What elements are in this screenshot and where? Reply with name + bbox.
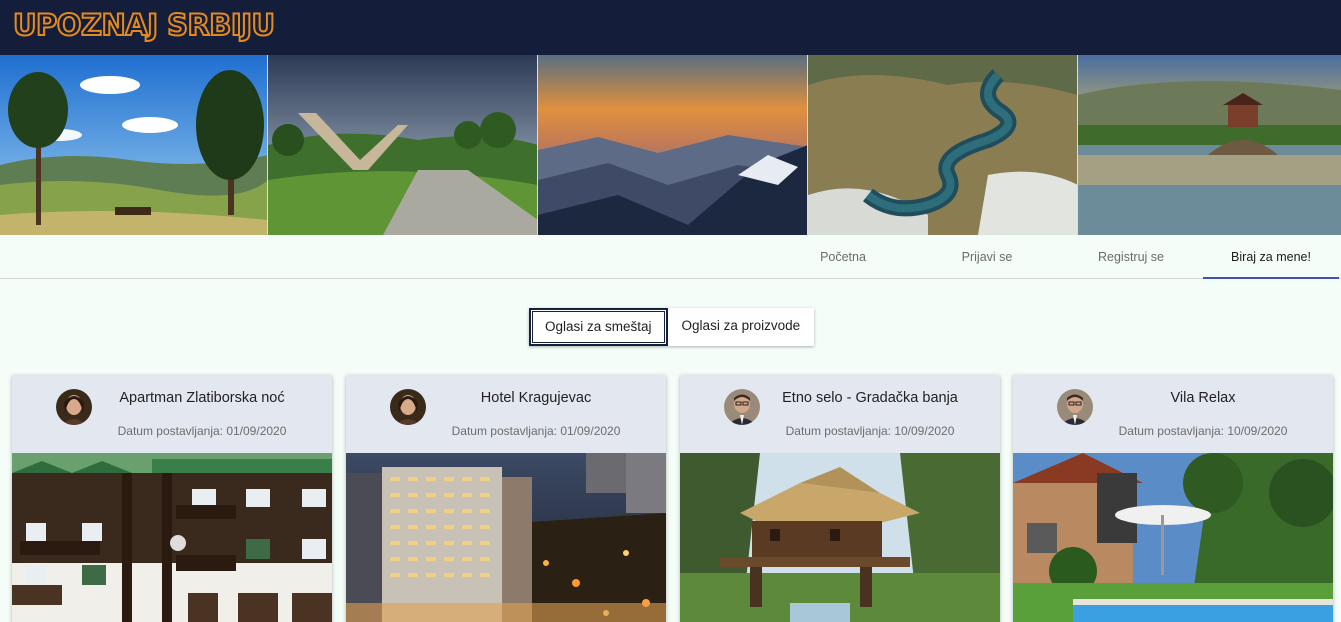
site-logo[interactable]: UPOZNAJ SRBIJU: [12, 6, 276, 44]
listing-date: Datum postavljanja: 01/09/2020: [451, 424, 621, 438]
nav-tab-pocetna[interactable]: Početna: [775, 235, 911, 279]
banner-image-river-house: [1078, 55, 1341, 235]
hero-banner: [0, 55, 1341, 235]
nav-tab-registruj-se[interactable]: Registruj se: [1063, 235, 1199, 279]
banner-image-mountains: [538, 55, 808, 235]
listing-date: Datum postavljanja: 10/09/2020: [1118, 424, 1288, 438]
top-bar: UPOZNAJ SRBIJU: [0, 0, 1341, 55]
card-header: Apartman Zlatiborska noć Datum postavlja…: [12, 375, 332, 453]
villa-pool-photo[interactable]: [1013, 453, 1333, 622]
main-nav: Početna Prijavi se Registruj se Biraj za…: [0, 235, 1341, 279]
apartment-building-photo[interactable]: [12, 453, 332, 622]
listing-title[interactable]: Apartman Zlatiborska noć: [72, 390, 332, 406]
listing-title[interactable]: Vila Relax: [1073, 390, 1333, 406]
listing-card[interactable]: Etno selo - Gradačka banja Datum postavl…: [680, 375, 1000, 622]
banner-image-river: [808, 55, 1078, 235]
listing-card[interactable]: Apartman Zlatiborska noć Datum postavlja…: [12, 375, 332, 622]
nav-tab-prijavi-se[interactable]: Prijavi se: [919, 235, 1055, 279]
listing-type-toggle: Oglasi za smeštaj Oglasi za proizvode: [529, 308, 815, 346]
card-header: Vila Relax Datum postavljanja: 10/09/202…: [1013, 375, 1333, 453]
banner-image-meadow: [0, 55, 268, 235]
card-header: Hotel Kragujevac Datum postavljanja: 01/…: [346, 375, 666, 453]
hotel-night-photo[interactable]: [346, 453, 666, 622]
listing-date: Datum postavljanja: 10/09/2020: [785, 424, 955, 438]
nav-tab-biraj-za-mene[interactable]: Biraj za mene!: [1203, 235, 1339, 279]
listing-date: Datum postavljanja: 01/09/2020: [117, 424, 287, 438]
product-ads-button[interactable]: Oglasi za proizvode: [668, 308, 815, 346]
listing-card[interactable]: Hotel Kragujevac Datum postavljanja: 01/…: [346, 375, 666, 622]
banner-image-monument: [268, 55, 538, 235]
accommodation-ads-button[interactable]: Oglasi za smeštaj: [529, 308, 668, 346]
card-header: Etno selo - Gradačka banja Datum postavl…: [680, 375, 1000, 453]
listing-card[interactable]: Vila Relax Datum postavljanja: 10/09/202…: [1013, 375, 1333, 622]
listing-title[interactable]: Etno selo - Gradačka banja: [740, 390, 1000, 406]
listing-title[interactable]: Hotel Kragujevac: [406, 390, 666, 406]
ethno-village-photo[interactable]: [680, 453, 1000, 622]
